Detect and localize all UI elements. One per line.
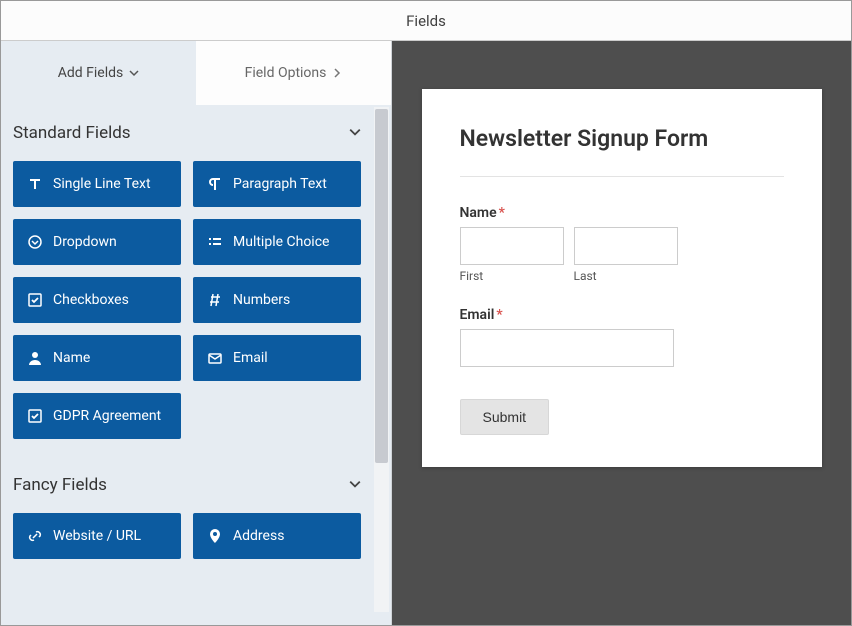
section-title: Standard Fields: [13, 123, 131, 143]
page-title: Fields: [406, 12, 446, 30]
required-mark: *: [496, 307, 502, 323]
first-name-input[interactable]: [460, 227, 564, 265]
name-label: Name*: [460, 205, 784, 221]
page-header: Fields: [1, 1, 851, 41]
user-icon: [27, 350, 43, 366]
email-label: Email*: [460, 307, 784, 323]
chevron-right-icon: [332, 68, 342, 78]
standard-field-button[interactable]: Dropdown: [13, 219, 181, 265]
field-button-label: Email: [233, 350, 268, 366]
tab-label: Add Fields: [58, 65, 124, 81]
field-button-label: Checkboxes: [53, 292, 129, 308]
email-input[interactable]: [460, 329, 674, 367]
field-email[interactable]: Email*: [460, 307, 784, 367]
standard-field-button[interactable]: Name: [13, 335, 181, 381]
tab-label: Field Options: [245, 65, 327, 81]
submit-button[interactable]: Submit: [460, 399, 550, 435]
pin-icon: [207, 528, 223, 544]
field-button-label: Dropdown: [53, 234, 117, 250]
standard-field-button[interactable]: GDPR Agreement: [13, 393, 181, 439]
field-button-label: Single Line Text: [53, 176, 151, 192]
last-name-input[interactable]: [574, 227, 678, 265]
link-icon: [27, 528, 43, 544]
section-standard-fields[interactable]: Standard Fields: [1, 105, 391, 155]
section-fancy-fields[interactable]: Fancy Fields: [1, 457, 391, 507]
sidebar: Add Fields Field Options Standard Fields: [1, 41, 392, 625]
field-button-label: Address: [233, 528, 284, 544]
standard-field-button[interactable]: Email: [193, 335, 361, 381]
form-preview[interactable]: Newsletter Signup Form Name* First Last: [422, 89, 822, 467]
chevron-down-icon: [349, 475, 361, 495]
field-button-label: Website / URL: [53, 528, 141, 544]
standard-fields-grid: Single Line Text Paragraph Text Dropdown Mu…: [1, 155, 391, 457]
sidebar-sections: Standard Fields Single Line Text Paragrap…: [1, 105, 391, 625]
chevron-down-icon: [129, 68, 139, 78]
main: Add Fields Field Options Standard Fields: [1, 41, 851, 625]
chevron-down-icon: [349, 123, 361, 143]
form-canvas: Newsletter Signup Form Name* First Last: [392, 41, 851, 625]
fancy-field-button[interactable]: Website / URL: [13, 513, 181, 559]
section-title: Fancy Fields: [13, 475, 107, 495]
sidebar-tabs: Add Fields Field Options: [1, 41, 391, 105]
standard-field-button[interactable]: Single Line Text: [13, 161, 181, 207]
form-title: Newsletter Signup Form: [460, 125, 784, 177]
standard-field-button[interactable]: Paragraph Text: [193, 161, 361, 207]
field-button-label: Numbers: [233, 292, 290, 308]
tab-add-fields[interactable]: Add Fields: [1, 41, 196, 105]
dropdown-icon: [27, 234, 43, 250]
last-sublabel: Last: [574, 269, 678, 283]
check-icon: [27, 292, 43, 308]
envelope-icon: [207, 350, 223, 366]
first-sublabel: First: [460, 269, 564, 283]
paragraph-icon: [207, 176, 223, 192]
name-row: First Last: [460, 227, 784, 283]
text-icon: [27, 176, 43, 192]
tab-field-options[interactable]: Field Options: [196, 41, 391, 105]
required-mark: *: [499, 205, 505, 221]
list-icon: [207, 234, 223, 250]
standard-field-button[interactable]: Multiple Choice: [193, 219, 361, 265]
field-name[interactable]: Name* First Last: [460, 205, 784, 283]
field-button-label: Paragraph Text: [233, 176, 327, 192]
hash-icon: [207, 292, 223, 308]
field-button-label: Name: [53, 350, 90, 366]
fancy-field-button[interactable]: Address: [193, 513, 361, 559]
standard-field-button[interactable]: Numbers: [193, 277, 361, 323]
standard-field-button[interactable]: Checkboxes: [13, 277, 181, 323]
check-icon: [27, 408, 43, 424]
field-button-label: GDPR Agreement: [53, 408, 161, 424]
field-button-label: Multiple Choice: [233, 234, 329, 250]
fancy-fields-grid: Website / URL Address: [1, 507, 391, 577]
